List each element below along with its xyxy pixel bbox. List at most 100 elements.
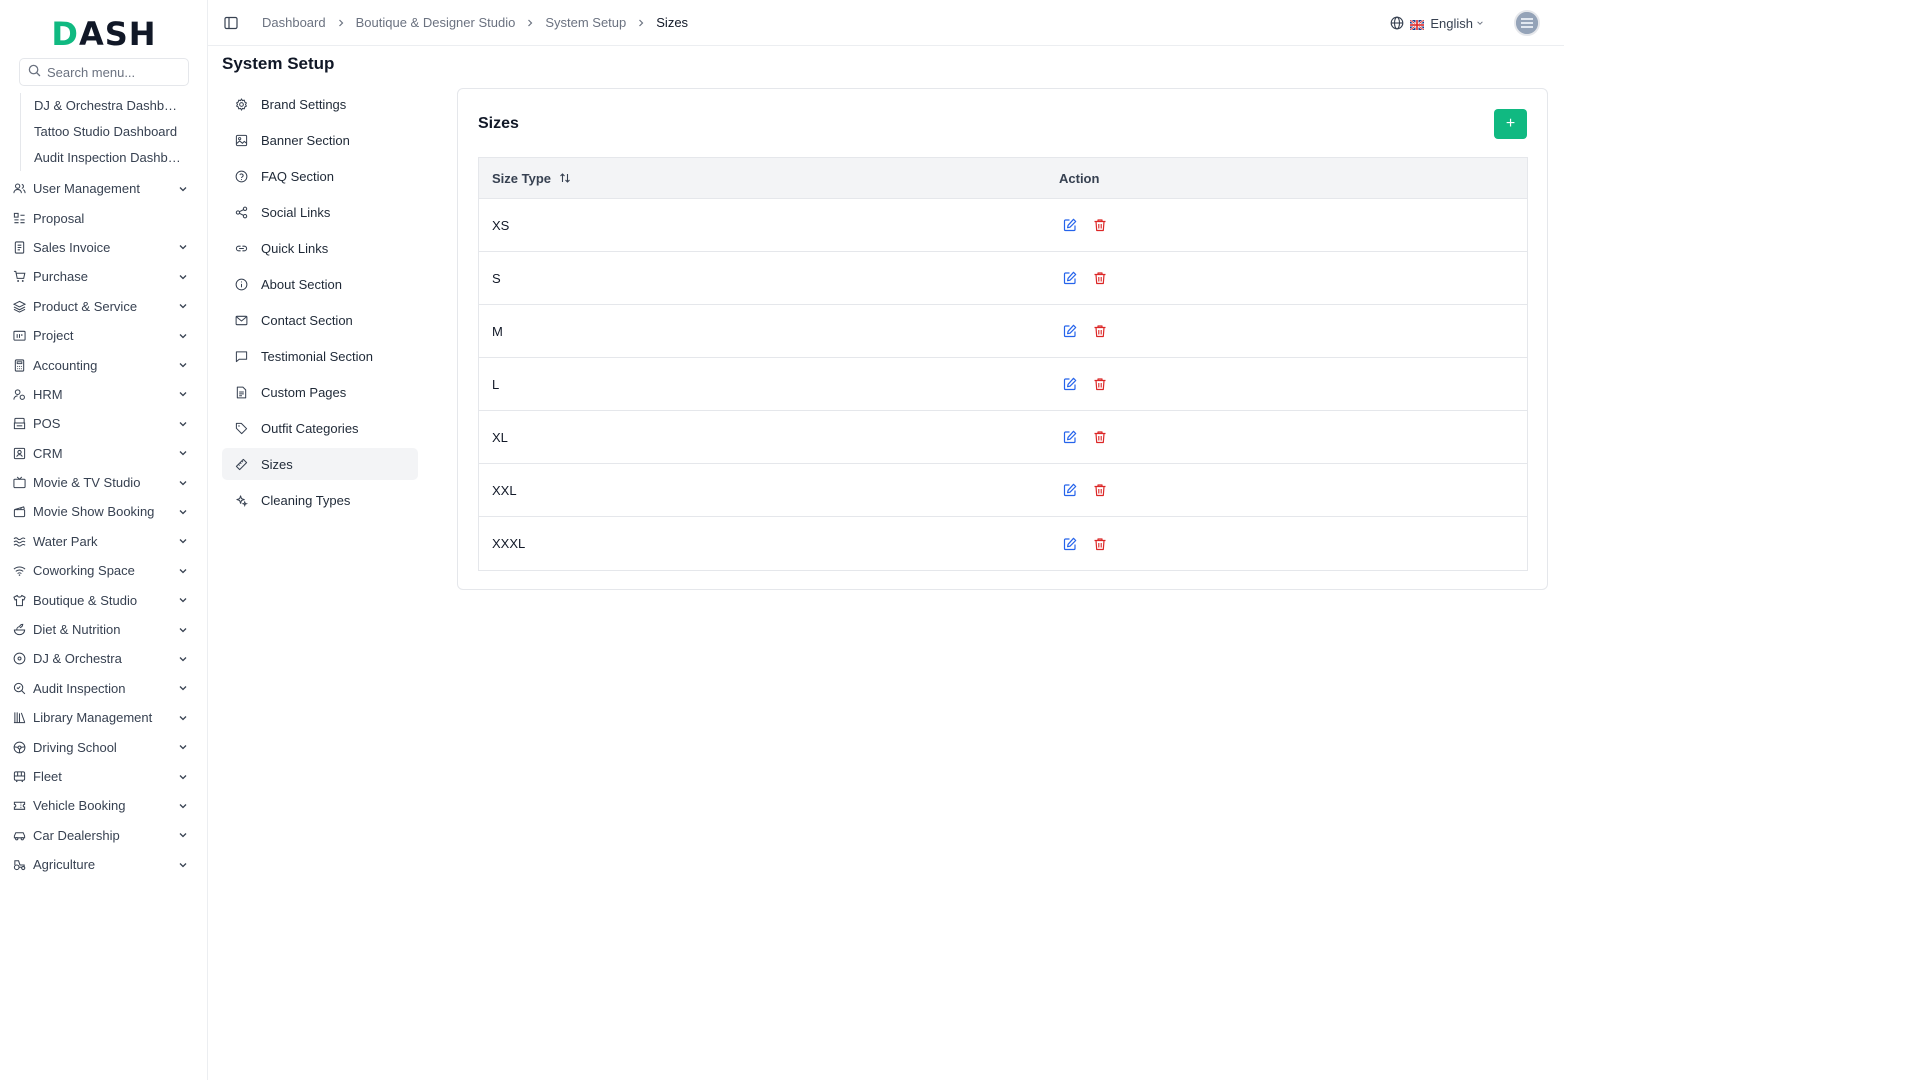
setup-nav-item[interactable]: FAQ Section bbox=[222, 160, 418, 192]
sidebar-item[interactable]: Movie Show Booking bbox=[0, 497, 208, 526]
logo[interactable]: DASH bbox=[0, 14, 208, 54]
setup-nav-label: Social Links bbox=[261, 204, 331, 220]
edit-icon[interactable] bbox=[1063, 271, 1077, 285]
chevron-down-icon[interactable] bbox=[178, 860, 188, 870]
sidebar-item[interactable]: POS bbox=[0, 409, 208, 438]
avatar[interactable] bbox=[1514, 10, 1540, 36]
breadcrumb-item[interactable]: System Setup bbox=[545, 15, 626, 30]
setup-nav-item[interactable]: Testimonial Section bbox=[222, 340, 418, 372]
sidebar-item[interactable]: Proposal bbox=[0, 203, 208, 232]
delete-icon[interactable] bbox=[1093, 218, 1107, 232]
sidebar-item[interactable]: Fleet bbox=[0, 762, 208, 791]
steering-wheel-icon bbox=[13, 741, 26, 754]
chevron-down-icon[interactable] bbox=[178, 242, 188, 252]
waves-icon bbox=[13, 535, 26, 548]
sidebar-item[interactable]: Sales Invoice bbox=[0, 233, 208, 262]
sidebar-item[interactable]: Agriculture bbox=[0, 850, 208, 879]
chevron-down-icon[interactable] bbox=[178, 683, 188, 693]
chevron-down-icon[interactable] bbox=[178, 772, 188, 782]
delete-icon[interactable] bbox=[1093, 537, 1107, 551]
sidebar-item[interactable]: Water Park bbox=[0, 527, 208, 556]
chevron-down-icon[interactable] bbox=[178, 625, 188, 635]
delete-icon[interactable] bbox=[1093, 377, 1107, 391]
sidebar-item[interactable]: HRM bbox=[0, 380, 208, 409]
sidebar-item[interactable]: Project bbox=[0, 321, 208, 350]
setup-nav-item[interactable]: Custom Pages bbox=[222, 376, 418, 408]
sidebar-item[interactable]: Audit Inspection bbox=[0, 674, 208, 703]
setup-nav-item[interactable]: Sizes bbox=[222, 448, 418, 480]
sidebar-toggle-icon[interactable] bbox=[224, 16, 238, 30]
add-size-button[interactable]: + bbox=[1494, 109, 1527, 139]
delete-icon[interactable] bbox=[1093, 324, 1107, 338]
sidebar-item[interactable]: Driving School bbox=[0, 732, 208, 761]
sidebar-subitem[interactable]: DJ & Orchestra Dashboard bbox=[21, 93, 181, 119]
edit-icon[interactable] bbox=[1063, 430, 1077, 444]
breadcrumb-item[interactable]: Boutique & Designer Studio bbox=[356, 15, 516, 30]
setup-nav-item[interactable]: About Section bbox=[222, 268, 418, 300]
sidebar-item[interactable]: Diet & Nutrition bbox=[0, 615, 208, 644]
chevron-down-icon[interactable] bbox=[178, 389, 188, 399]
edit-icon[interactable] bbox=[1063, 218, 1077, 232]
chevron-right-icon bbox=[526, 19, 534, 27]
column-header-size-type[interactable]: Size Type bbox=[479, 171, 1059, 186]
chevron-down-icon[interactable] bbox=[178, 478, 188, 488]
logo-letter-d: D bbox=[51, 15, 79, 53]
delete-icon[interactable] bbox=[1093, 430, 1107, 444]
image-icon bbox=[235, 134, 248, 147]
sidebar-item[interactable]: Vehicle Booking bbox=[0, 791, 208, 820]
chevron-down-icon[interactable] bbox=[178, 536, 188, 546]
setup-nav-item[interactable]: Quick Links bbox=[222, 232, 418, 264]
chevron-down-icon[interactable] bbox=[178, 713, 188, 723]
setup-nav-item[interactable]: Banner Section bbox=[222, 124, 418, 156]
search-input[interactable] bbox=[47, 64, 177, 80]
chevron-down-icon[interactable] bbox=[178, 331, 188, 341]
edit-icon[interactable] bbox=[1063, 324, 1077, 338]
sidebar-item[interactable]: Product & Service bbox=[0, 292, 208, 321]
search-box[interactable] bbox=[19, 58, 189, 86]
setup-nav-item[interactable]: Contact Section bbox=[222, 304, 418, 336]
delete-icon[interactable] bbox=[1093, 271, 1107, 285]
sidebar-item[interactable]: Coworking Space bbox=[0, 556, 208, 585]
sidebar-item[interactable]: Boutique & Studio bbox=[0, 585, 208, 614]
sidebar-item[interactable]: Library Management bbox=[0, 703, 208, 732]
edit-icon[interactable] bbox=[1063, 537, 1077, 551]
sidebar-subitem[interactable]: Audit Inspection Dashboard bbox=[21, 145, 181, 171]
sidebar-item[interactable]: Car Dealership bbox=[0, 821, 208, 850]
setup-nav-item[interactable]: Cleaning Types bbox=[222, 484, 418, 516]
sidebar-item-label: Library Management bbox=[33, 710, 153, 726]
globe-icon[interactable] bbox=[1390, 16, 1404, 30]
chevron-down-icon[interactable] bbox=[178, 448, 188, 458]
sort-icon[interactable] bbox=[559, 172, 571, 184]
chevron-down-icon[interactable] bbox=[178, 272, 188, 282]
chevron-down-icon[interactable] bbox=[178, 184, 188, 194]
sidebar-item[interactable]: User Management bbox=[0, 174, 208, 203]
chevron-down-icon[interactable] bbox=[178, 654, 188, 664]
chevron-down-icon[interactable] bbox=[178, 301, 188, 311]
sidebar-item[interactable]: Purchase bbox=[0, 262, 208, 291]
language-selector[interactable]: English bbox=[1430, 16, 1473, 31]
chevron-down-icon[interactable] bbox=[178, 830, 188, 840]
chevron-down-icon[interactable] bbox=[178, 507, 188, 517]
sidebar-subitem[interactable]: Tattoo Studio Dashboard bbox=[21, 119, 181, 145]
sidebar-item[interactable]: Movie & TV Studio bbox=[0, 468, 208, 497]
sidebar-item[interactable]: Accounting bbox=[0, 350, 208, 379]
chevron-down-icon[interactable] bbox=[178, 801, 188, 811]
setup-nav-item[interactable]: Outfit Categories bbox=[222, 412, 418, 444]
chevron-down-icon[interactable] bbox=[1476, 19, 1484, 27]
sidebar-item-label: Sales Invoice bbox=[33, 239, 111, 255]
edit-icon[interactable] bbox=[1063, 377, 1077, 391]
delete-icon[interactable] bbox=[1093, 483, 1107, 497]
chevron-down-icon[interactable] bbox=[178, 566, 188, 576]
setup-nav-item[interactable]: Social Links bbox=[222, 196, 418, 228]
chevron-down-icon[interactable] bbox=[178, 742, 188, 752]
edit-icon[interactable] bbox=[1063, 483, 1077, 497]
chevron-down-icon[interactable] bbox=[178, 595, 188, 605]
link-icon bbox=[235, 242, 248, 255]
setup-nav-item[interactable]: Brand Settings bbox=[222, 88, 418, 120]
sidebar-item[interactable]: CRM bbox=[0, 439, 208, 468]
chevron-down-icon[interactable] bbox=[178, 419, 188, 429]
topbar-right: English bbox=[1390, 0, 1540, 46]
sidebar-item[interactable]: DJ & Orchestra bbox=[0, 644, 208, 673]
breadcrumb-item[interactable]: Dashboard bbox=[262, 15, 326, 30]
chevron-down-icon[interactable] bbox=[178, 360, 188, 370]
